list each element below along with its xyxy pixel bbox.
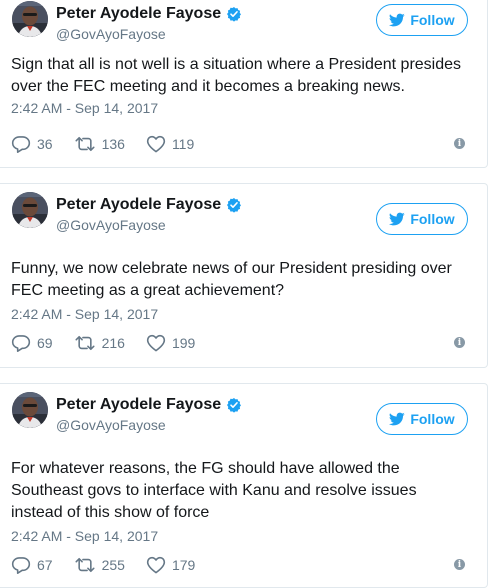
- like-count: 199: [171, 335, 196, 351]
- follow-button[interactable]: Follow: [376, 4, 468, 36]
- heart-icon: [146, 555, 166, 575]
- tweet-text: For whatever reasons, the FG should have…: [11, 460, 417, 521]
- reply-icon: [11, 555, 31, 575]
- author-handle[interactable]: @GovAyoFayose: [56, 417, 166, 433]
- tweet-actions: 69 216 199: [11, 333, 216, 353]
- follow-button[interactable]: Follow: [376, 203, 468, 235]
- reply-button[interactable]: 67: [11, 555, 53, 575]
- avatar[interactable]: [12, 192, 48, 228]
- author-name[interactable]: Peter Ayodele Fayose: [56, 5, 221, 23]
- retweet-button[interactable]: 136: [74, 134, 125, 154]
- heart-icon: [146, 333, 166, 353]
- retweet-icon: [74, 333, 96, 353]
- retweet-icon: [74, 555, 96, 575]
- reply-icon: [11, 333, 31, 353]
- retweet-count: 255: [101, 557, 125, 573]
- author-handle[interactable]: @GovAyoFayose: [56, 26, 166, 42]
- reply-count: 69: [37, 335, 53, 351]
- author-name[interactable]: Peter Ayodele Fayose: [56, 396, 221, 414]
- reply-icon: [11, 134, 31, 154]
- author-handle[interactable]: @GovAyoFayose: [56, 217, 166, 233]
- follow-label: Follow: [410, 12, 455, 28]
- tweet-text: Sign that all is not well is a situation…: [11, 56, 462, 95]
- tweet-actions: 67 255 179: [11, 555, 216, 575]
- avatar[interactable]: [12, 392, 48, 428]
- like-count: 119: [171, 136, 195, 152]
- reply-button[interactable]: 36: [11, 134, 53, 154]
- avatar[interactable]: [12, 1, 48, 37]
- tweet-timestamp[interactable]: 2:42 AM - Sep 14, 2017: [11, 306, 158, 322]
- retweet-count: 216: [101, 335, 125, 351]
- verified-badge-icon: [226, 6, 242, 22]
- tweet-timestamp[interactable]: 2:42 AM - Sep 14, 2017: [11, 528, 158, 544]
- tweet-card[interactable]: Peter Ayodele Fayose @GovAyoFayose Follo…: [0, 183, 488, 368]
- twitter-bird-icon: [389, 411, 405, 427]
- info-icon[interactable]: i: [454, 138, 465, 149]
- reply-count: 67: [37, 557, 53, 573]
- info-icon[interactable]: i: [454, 559, 465, 570]
- follow-label: Follow: [410, 411, 455, 427]
- tweet-card[interactable]: Peter Ayodele Fayose @GovAyoFayose Follo…: [0, 0, 488, 168]
- info-icon[interactable]: i: [454, 337, 465, 348]
- twitter-bird-icon: [389, 12, 405, 28]
- tweet-card[interactable]: Peter Ayodele Fayose @GovAyoFayose Follo…: [0, 383, 488, 588]
- heart-icon: [146, 134, 166, 154]
- like-button[interactable]: 119: [146, 134, 194, 154]
- twitter-bird-icon: [389, 211, 405, 227]
- verified-badge-icon: [226, 197, 242, 213]
- retweet-count: 136: [101, 136, 125, 152]
- like-count: 179: [171, 557, 196, 573]
- reply-count: 36: [37, 136, 53, 152]
- reply-button[interactable]: 69: [11, 333, 53, 353]
- tweet-timestamp[interactable]: 2:42 AM - Sep 14, 2017: [11, 100, 158, 116]
- author-row: Peter Ayodele Fayose: [56, 195, 242, 215]
- follow-label: Follow: [410, 211, 455, 227]
- retweet-button[interactable]: 255: [74, 555, 125, 575]
- follow-button[interactable]: Follow: [376, 403, 468, 435]
- tweet-text: Funny, we now celebrate news of our Pres…: [11, 260, 452, 299]
- author-name[interactable]: Peter Ayodele Fayose: [56, 196, 221, 214]
- verified-badge-icon: [226, 397, 242, 413]
- retweet-button[interactable]: 216: [74, 333, 125, 353]
- tweet-actions: 36 136 119: [11, 134, 215, 154]
- author-row: Peter Ayodele Fayose: [56, 4, 242, 24]
- author-row: Peter Ayodele Fayose: [56, 395, 242, 415]
- like-button[interactable]: 179: [146, 555, 195, 575]
- like-button[interactable]: 199: [146, 333, 195, 353]
- retweet-icon: [74, 134, 96, 154]
